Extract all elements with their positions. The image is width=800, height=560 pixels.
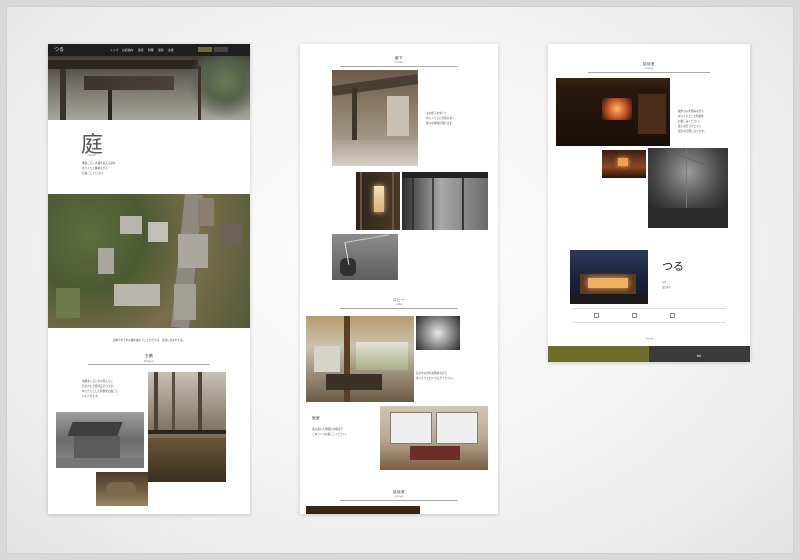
page-interior: 廊下 Corridor 木の廊下を歩くと ゆっくりと心が落ち着く 静かな時間が流… (300, 44, 498, 514)
top-nav: つる トップ お宿案内 客室 料理 温泉 交通 (48, 44, 250, 56)
corridor-bw-photo (402, 172, 488, 230)
section-divider (588, 72, 710, 73)
private-room-photo (380, 406, 488, 470)
nav-item[interactable]: 交通 (168, 48, 174, 52)
nav-item[interactable]: 料理 (148, 48, 154, 52)
section-line: 包まれた空間が広がります。 (82, 385, 116, 388)
kanji-subtitle: Garden (88, 154, 97, 157)
section-line: 落ち着いた雰囲気の個室で (312, 428, 344, 431)
lounge-warm-photo (602, 150, 646, 178)
lamp-photo (356, 172, 400, 230)
reserve-button[interactable] (198, 47, 212, 52)
section-subtitle: Entrance (144, 360, 154, 363)
copyright: Copyright (644, 338, 654, 340)
section-line: 木の廊下を歩くと (426, 112, 447, 115)
section-line: 夜には灯りがともり (678, 125, 702, 128)
hero-photo (48, 56, 250, 120)
social-icon[interactable] (670, 313, 675, 318)
section-line: 窓の外の景色を眺めながら (416, 372, 448, 375)
section-subtitle: Lobby (395, 303, 403, 306)
entrance-bw-photo (56, 412, 144, 468)
exterior-night-photo (570, 250, 648, 304)
info-line: 電話番号 (662, 286, 671, 289)
caption-text: 四季それぞれの趣を味わうことのできる、自然に包まれた宿。 (112, 339, 186, 342)
section-title: 玄関 (145, 354, 153, 358)
section-subtitle: Lounge (644, 67, 654, 70)
section-line: 温かな空間となります。 (678, 130, 707, 133)
phone-number: tel. (696, 354, 703, 358)
corridor-photo (332, 70, 418, 166)
section-subtitle: Lounge (394, 495, 404, 498)
site-logo[interactable]: つる (54, 46, 64, 53)
section-line: 玄関を入ると木の温もりに (82, 380, 114, 383)
nav-item[interactable]: お宿案内 (122, 48, 133, 52)
section-line: 静かな時間が流れます。 (426, 122, 455, 125)
social-icon[interactable] (594, 313, 599, 318)
section-line: 暖炉の火を囲みながら (678, 110, 704, 113)
page-lounge: 談話室 Lounge 暖炉の火を囲みながら ゆっくりとした時間を お楽しみくださ… (548, 44, 750, 362)
section-line: ゆったりとおくつろぎください。 (416, 377, 455, 380)
section-divider (88, 364, 210, 365)
nav-item[interactable]: トップ (110, 48, 118, 52)
section-line: お楽しみください。 (678, 120, 702, 123)
page-garden: つる トップ お宿案内 客室 料理 温泉 交通 庭 Garden 季節ごとに表情… (48, 44, 250, 514)
section-divider (340, 308, 458, 309)
lobby-photo (306, 316, 414, 402)
aerial-photo (48, 194, 250, 328)
section-line: ゆっくりとした時間を (678, 115, 704, 118)
footer-logo[interactable]: つる (662, 258, 684, 274)
section-line: ゆったりとした時間をお過ごし (82, 390, 119, 393)
intro-line: お過ごしください。 (82, 172, 106, 175)
section-line: いただけます。 (82, 395, 100, 398)
nav-item[interactable]: 温泉 (158, 48, 164, 52)
footer-divider (572, 322, 726, 323)
intro-line: ゆっくりと眺めながら (82, 167, 108, 170)
footer-divider (572, 308, 726, 309)
intro-line: 季節ごとに表情を変える庭を (82, 162, 116, 165)
section-title: 個室 (312, 416, 320, 420)
section-subtitle: Corridor (394, 61, 404, 64)
reserve-cta[interactable] (548, 346, 649, 362)
contact-button[interactable] (214, 47, 228, 52)
lily-bw-photo (416, 316, 460, 350)
section-line: ごゆっくりお過ごしください。 (312, 433, 349, 436)
fireplace-photo (556, 78, 670, 146)
section-divider (340, 66, 458, 67)
info-line: 住所 (662, 281, 667, 284)
garden-small-photo (96, 472, 148, 506)
vase-bw-photo (332, 234, 398, 280)
phone-cta[interactable]: tel. (649, 346, 750, 362)
dome-bw-photo (648, 148, 728, 228)
lounge-photo-partial (306, 506, 420, 514)
social-icon[interactable] (632, 313, 637, 318)
deck-photo (148, 372, 226, 482)
section-line: ゆっくりと心が落ち着く (426, 117, 455, 120)
section-divider (340, 500, 458, 501)
nav-item[interactable]: 客室 (138, 48, 144, 52)
